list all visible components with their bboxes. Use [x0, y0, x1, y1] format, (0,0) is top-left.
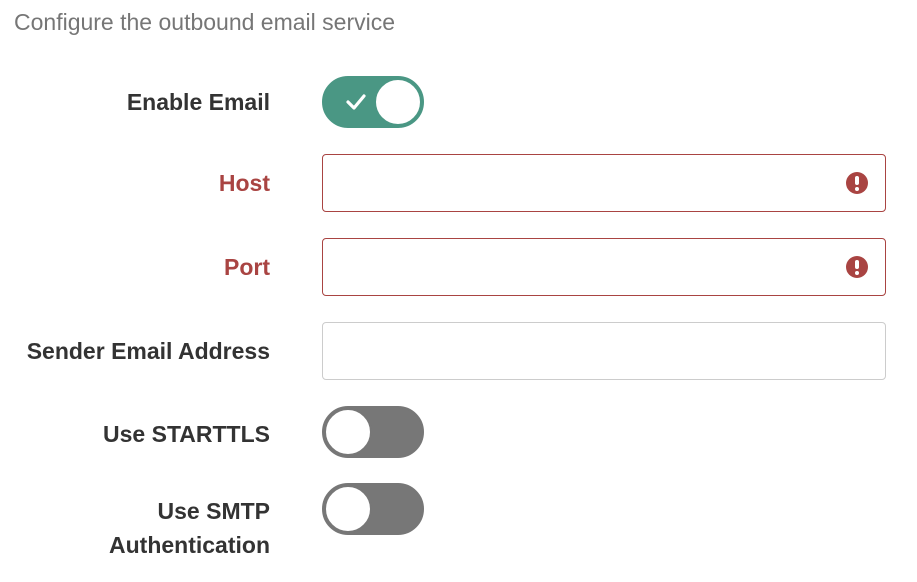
- email-settings-form: Configure the outbound email service Ena…: [0, 0, 917, 582]
- section-description: Configure the outbound email service: [14, 9, 396, 35]
- use-starttls-row: Use STARTTLS: [0, 406, 917, 458]
- exclamation-circle-icon: [846, 256, 868, 278]
- toggle-knob: [374, 78, 422, 126]
- enable-email-row: Enable Email: [0, 76, 917, 128]
- enable-email-toggle[interactable]: [322, 76, 424, 128]
- sender-email-input[interactable]: [323, 323, 851, 379]
- sender-email-label: Sender Email Address: [26, 338, 270, 364]
- sender-email-field-wrapper: [322, 322, 886, 380]
- host-field-wrapper: [322, 154, 886, 212]
- check-icon: [346, 94, 366, 110]
- enable-email-label: Enable Email: [126, 89, 270, 115]
- use-smtp-auth-label: Use SMTP Authentication: [10, 494, 270, 562]
- use-starttls-label: Use STARTTLS: [103, 421, 270, 447]
- use-smtp-auth-row: Use SMTP Authentication: [0, 482, 917, 572]
- sender-email-row: Sender Email Address: [0, 322, 917, 380]
- use-smtp-auth-toggle[interactable]: [322, 483, 424, 535]
- toggle-knob: [324, 408, 372, 456]
- use-smtp-auth-label-line2: Authentication: [109, 532, 270, 558]
- use-starttls-toggle[interactable]: [322, 406, 424, 458]
- host-row: Host: [0, 154, 917, 212]
- host-label: Host: [218, 170, 270, 196]
- toggle-knob: [324, 485, 372, 533]
- exclamation-circle-icon: [846, 172, 868, 194]
- port-field-wrapper: [322, 238, 886, 296]
- port-row: Port: [0, 238, 917, 296]
- use-smtp-auth-label-line1: Use SMTP: [157, 498, 270, 524]
- port-input[interactable]: [323, 239, 851, 295]
- port-label: Port: [224, 254, 270, 280]
- host-input[interactable]: [323, 155, 851, 211]
